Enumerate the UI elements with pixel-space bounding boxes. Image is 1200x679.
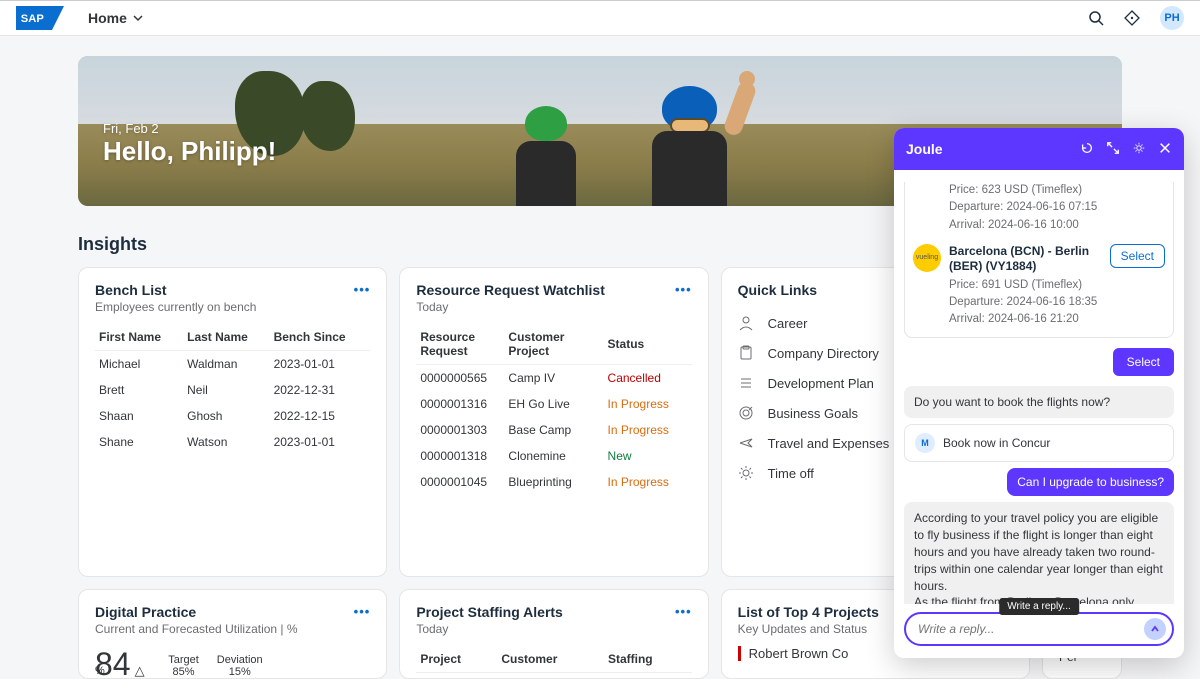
- hero-greeting: Hello, Philipp!: [103, 136, 276, 167]
- joule-header: Joule: [894, 128, 1184, 170]
- table-row[interactable]: 0000001045BlueprintingIn Progress: [416, 469, 691, 495]
- joule-panel: Joule Price: 623 USD (Timeflex) Departur…: [894, 128, 1184, 658]
- bench-title: Bench List: [95, 282, 256, 298]
- watchlist-card: Resource Request Watchlist Today ••• Res…: [399, 267, 708, 577]
- table-row[interactable]: MichaelWaldman2023-01-01: [95, 351, 370, 378]
- top4-title: List of Top 4 Projects: [738, 604, 879, 620]
- avatar[interactable]: PH: [1160, 6, 1184, 30]
- bench-table: First Name Last Name Bench Since Michael…: [95, 324, 370, 455]
- home-menu[interactable]: Home: [88, 10, 143, 26]
- person-icon: [738, 315, 754, 331]
- table-row[interactable]: 0000001318ClonemineNew: [416, 443, 691, 469]
- chevron-down-icon: [133, 13, 143, 23]
- table-row[interactable]: 0000001303Base CampIn Progress: [416, 417, 691, 443]
- assistant-message: According to your travel policy you are …: [904, 502, 1174, 604]
- digital-subtitle: Current and Forecasted Utilization | %: [95, 622, 298, 636]
- select-button[interactable]: Select: [1110, 244, 1165, 268]
- sap-logo: SAP: [16, 6, 64, 30]
- action-card[interactable]: M Book now in Concur: [904, 424, 1174, 462]
- shell-header: SAP Home PH: [0, 0, 1200, 36]
- hero-date: Fri, Feb 2: [103, 121, 276, 136]
- flight-card-1: Price: 623 USD (Timeflex) Departure: 202…: [904, 182, 1174, 338]
- home-label: Home: [88, 10, 127, 26]
- select-action-button[interactable]: Select: [1113, 348, 1174, 376]
- bench-list-card: Bench List Employees currently on bench …: [78, 267, 387, 577]
- expand-icon[interactable]: [1106, 141, 1120, 158]
- table-row[interactable]: 0000001316EH Go LiveIn Progress: [416, 391, 691, 417]
- table-row[interactable]: 0000000565Camp IVCancelled: [416, 365, 691, 392]
- input-tooltip: Write a reply...: [999, 598, 1079, 615]
- diamond-icon[interactable]: [1124, 10, 1140, 26]
- plane-icon: [738, 435, 754, 451]
- digital-title: Digital Practice: [95, 604, 298, 620]
- target-icon: [738, 405, 754, 421]
- joule-body: Price: 623 USD (Timeflex) Departure: 202…: [894, 170, 1184, 604]
- assistant-message: Do you want to book the flights now?: [904, 386, 1174, 419]
- joule-title: Joule: [906, 141, 943, 157]
- table-row[interactable]: BrettNeil2022-12-31: [95, 377, 370, 403]
- airline-logo: vueling: [913, 244, 941, 272]
- joule-input-area: Write a reply...: [894, 604, 1184, 658]
- send-button[interactable]: [1144, 618, 1166, 640]
- quicklinks-title: Quick Links: [738, 282, 817, 298]
- staffing-more-icon[interactable]: •••: [675, 604, 692, 619]
- table-row[interactable]: ShaanGhosh2022-12-15: [95, 403, 370, 429]
- list-icon: [738, 375, 754, 391]
- chevron-up-icon: [1150, 624, 1160, 634]
- bench-subtitle: Employees currently on bench: [95, 300, 256, 314]
- reply-input[interactable]: [904, 612, 1174, 646]
- watchlist-subtitle: Today: [416, 300, 605, 314]
- staffing-title: Project Staffing Alerts: [416, 604, 563, 620]
- digital-more-icon[interactable]: •••: [354, 604, 371, 619]
- history-icon[interactable]: [1080, 141, 1094, 158]
- watchlist-table: Resource Request Customer Project Status…: [416, 324, 691, 495]
- bench-more-icon[interactable]: •••: [354, 282, 371, 297]
- user-message: Can I upgrade to business?: [1007, 468, 1174, 496]
- watchlist-title: Resource Request Watchlist: [416, 282, 605, 298]
- svg-text:SAP: SAP: [21, 13, 45, 25]
- clipboard-icon: [738, 345, 754, 361]
- settings-icon[interactable]: [1132, 141, 1146, 158]
- search-icon[interactable]: [1088, 10, 1104, 26]
- gear-icon: [738, 465, 754, 481]
- watchlist-more-icon[interactable]: •••: [675, 282, 692, 297]
- avatar-mini: M: [915, 433, 935, 453]
- table-row[interactable]: ShaneWatson2023-01-01: [95, 429, 370, 455]
- flight-route: Barcelona (BCN) - Berlin (BER) (VY1884): [949, 244, 1102, 275]
- close-icon[interactable]: [1158, 141, 1172, 158]
